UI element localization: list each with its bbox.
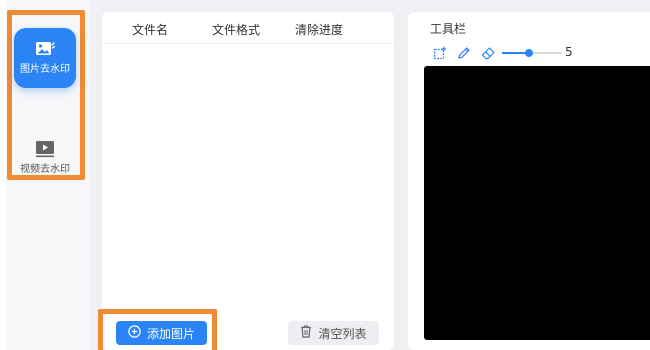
plus-circle-icon	[128, 325, 141, 341]
image-icon	[35, 40, 55, 58]
clear-list-button[interactable]: 清空列表	[288, 321, 379, 345]
preview-canvas[interactable]	[424, 66, 650, 340]
slider-thumb[interactable]	[525, 49, 533, 57]
toolbar-title: 工具栏	[430, 22, 467, 36]
nav-video-watermark-removal[interactable]: 视频去水印	[14, 128, 76, 188]
video-play-icon	[35, 140, 55, 158]
file-list-header: 文件名 文件格式 清除进度	[102, 12, 394, 44]
add-image-label: 添加图片	[146, 326, 195, 341]
trash-icon	[300, 325, 312, 341]
brush-size-value: 5	[565, 45, 573, 59]
nav-image-watermark-removal[interactable]: 图片去水印	[14, 28, 76, 88]
file-list-panel: 文件名 文件格式 清除进度	[102, 12, 394, 350]
add-image-button[interactable]: 添加图片	[116, 321, 207, 345]
pen-icon[interactable]	[456, 45, 472, 61]
nav-label: 图片去水印	[20, 64, 70, 75]
nav-label: 视频去水印	[20, 164, 70, 175]
brush-size-slider[interactable]	[502, 47, 562, 59]
crop-icon[interactable]	[432, 45, 448, 61]
column-header-format: 文件格式	[212, 23, 261, 37]
toolbar-panel: 工具栏 5	[408, 12, 650, 350]
column-header-filename: 文件名	[132, 23, 169, 37]
eraser-icon[interactable]	[480, 45, 496, 61]
clear-list-label: 清空列表	[318, 326, 367, 341]
column-header-progress: 清除进度	[295, 23, 344, 37]
